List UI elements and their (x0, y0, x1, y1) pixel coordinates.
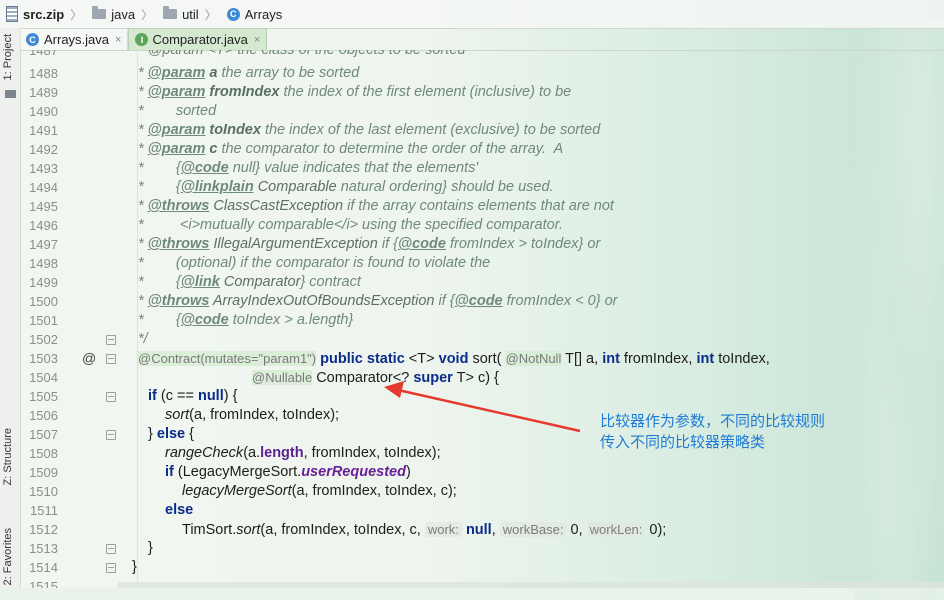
horizontal-scrollbar[interactable] (118, 582, 944, 588)
arrow-line (397, 388, 581, 433)
annotation-note: 比较器作为参数，不同的比较规则 传入不同的比较器策略类 (600, 411, 825, 453)
annotation-line-1: 比较器作为参数，不同的比较规则 (600, 413, 826, 430)
annotation-arrow (384, 381, 581, 433)
annotation-line-2: 传入不同的比较器策略类 (600, 434, 766, 451)
arrow-head (384, 381, 404, 398)
